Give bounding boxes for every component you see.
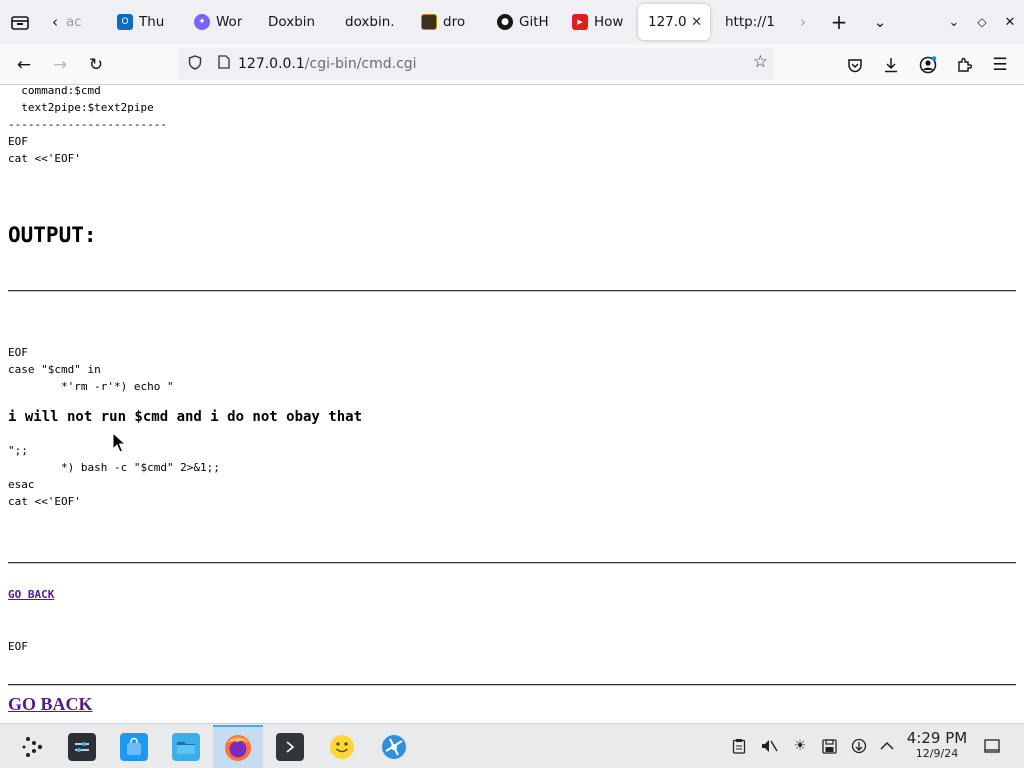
tab-item[interactable]: doxbin. [345, 4, 395, 40]
discover-store-icon [120, 732, 148, 761]
tracking-protection-shield-icon[interactable] [180, 54, 210, 74]
updates-tray-icon[interactable] [849, 736, 869, 756]
volume-muted-tray-icon[interactable] [759, 736, 779, 756]
list-tabs-icon[interactable]: ⌄ [862, 0, 898, 44]
clock-date: 12/9/24 [915, 747, 959, 760]
close-window-icon[interactable]: ✕ [992, 0, 1024, 44]
tab-label: Thu [139, 14, 165, 30]
taskbar-discover[interactable] [109, 725, 159, 768]
code-block-header: command:$cmd text2pipe:$text2pipe ------… [8, 85, 167, 165]
go-back-link-small[interactable]: GO BACK [8, 588, 54, 601]
tab-bar: ‹ ac O Thu ✦ Wor Doxbin doxbin. dro ● Gi… [0, 0, 1024, 44]
tab-overview-icon[interactable] [2, 0, 38, 44]
tab-item[interactable]: ▶ How [572, 4, 624, 40]
tab-item[interactable]: ‹ ac [52, 4, 92, 40]
url-bar[interactable]: 127.0.0.1/cgi-bin/cmd.cgi ☆ [178, 48, 774, 80]
tab-item[interactable]: ✦ Wor [194, 4, 246, 40]
tab-item-active[interactable]: 127.0 ✕ [638, 4, 710, 40]
tab-label: GitH [519, 14, 549, 30]
account-button[interactable] [913, 50, 943, 80]
tab-item[interactable]: http://1 [725, 4, 775, 40]
page-content: command:$cmd text2pipe:$text2pipe ------… [0, 85, 1024, 723]
pocket-button[interactable] [840, 50, 870, 80]
taskbar-smiley-app[interactable] [317, 725, 367, 768]
tab-label: doxbin. [345, 14, 395, 30]
bookmark-star-icon[interactable]: ☆ [753, 52, 768, 72]
system-settings-icon [68, 732, 96, 761]
dark-site-icon [421, 14, 437, 30]
tab-label: http://1 [725, 14, 775, 30]
clock-time: 4:29 PM [906, 729, 968, 747]
horizontal-rule [8, 684, 1016, 686]
download-icon [885, 58, 897, 73]
page-info-icon[interactable] [210, 55, 238, 73]
storage-tray-icon[interactable] [819, 736, 839, 756]
taskbar: ☀ 4:29 PM 12/9/24 [0, 723, 1024, 768]
code-block-case: EOF case "$cmd" in *'rm -r'*) echo " [8, 346, 174, 393]
extensions-button[interactable] [949, 50, 979, 80]
tab-label: ac [66, 14, 82, 30]
taskbar-files[interactable] [161, 725, 211, 768]
output-heading: OUTPUT: [8, 223, 97, 247]
account-icon [919, 56, 937, 74]
refusal-message: i will not run $cmd and i do not obay th… [8, 409, 363, 425]
tab-item[interactable]: dro [421, 4, 471, 40]
horizontal-rule [8, 562, 1016, 564]
url-host: 127.0.0.1 [238, 56, 305, 72]
brightness-tray-icon[interactable]: ☀ [790, 736, 810, 756]
mouse-cursor-icon [112, 432, 126, 453]
tab-label: How [594, 14, 624, 30]
smiley-app-icon [330, 734, 354, 759]
arrow-right-icon: → [52, 55, 68, 75]
tab-item[interactable]: ● GitH [497, 4, 549, 40]
reload-button[interactable]: ↻ [81, 50, 111, 80]
app-launcher-icon [22, 736, 43, 757]
github-icon: ● [497, 14, 513, 30]
forward-button[interactable]: → [45, 50, 75, 80]
downloads-button[interactable] [876, 50, 906, 80]
copilot-icon: ✦ [194, 14, 210, 30]
url-path: /cgi-bin/cmd.cgi [304, 56, 417, 72]
tab-label: 127.0 [648, 14, 687, 30]
taskbar-network-app[interactable] [369, 725, 419, 768]
clock[interactable]: 4:29 PM 12/9/24 [900, 730, 974, 761]
close-tab-icon[interactable]: ✕ [691, 15, 702, 30]
chevron-up-tray-icon[interactable] [877, 736, 897, 756]
chevron-left-icon: ‹ [52, 13, 58, 31]
terminal-icon [276, 732, 304, 761]
tab-label: Doxbin [268, 14, 316, 30]
back-button[interactable]: ← [9, 50, 39, 80]
go-back-link-large[interactable]: GO BACK [8, 694, 93, 715]
network-app-icon [382, 734, 406, 759]
taskbar-firefox[interactable] [213, 725, 263, 768]
puzzle-icon [958, 57, 972, 72]
tab-item[interactable]: O Thu [117, 4, 172, 40]
navigation-bar: ← → ↻ 127.0.0.1/cgi-bin/cmd.cgi ☆ ☰ [0, 44, 1024, 85]
clipboard-tray-icon[interactable] [729, 736, 749, 756]
tab-label: Wor [216, 14, 243, 30]
reload-icon: ↻ [88, 55, 104, 75]
hamburger-menu-icon: ☰ [992, 55, 1008, 75]
tab-item[interactable]: Doxbin [268, 4, 328, 40]
show-desktop-icon[interactable] [982, 736, 1002, 756]
new-tab-icon[interactable]: + [821, 0, 857, 44]
file-manager-icon [172, 732, 200, 761]
taskbar-settings[interactable] [57, 725, 107, 768]
taskbar-terminal[interactable] [265, 725, 315, 768]
firefox-icon [225, 734, 251, 761]
outlook-icon: O [117, 14, 133, 30]
red-site-icon: ▶ [572, 14, 588, 30]
arrow-left-icon: ← [16, 55, 32, 75]
app-launcher-button[interactable] [8, 725, 58, 768]
horizontal-rule [8, 290, 1016, 292]
tab-label: dro [443, 14, 466, 30]
pocket-icon [848, 58, 862, 72]
scroll-tabs-right-icon[interactable]: › [785, 0, 821, 44]
code-block-eof: EOF [8, 640, 28, 653]
url-text[interactable]: 127.0.0.1/cgi-bin/cmd.cgi [238, 56, 417, 72]
menu-button[interactable]: ☰ [985, 50, 1015, 80]
